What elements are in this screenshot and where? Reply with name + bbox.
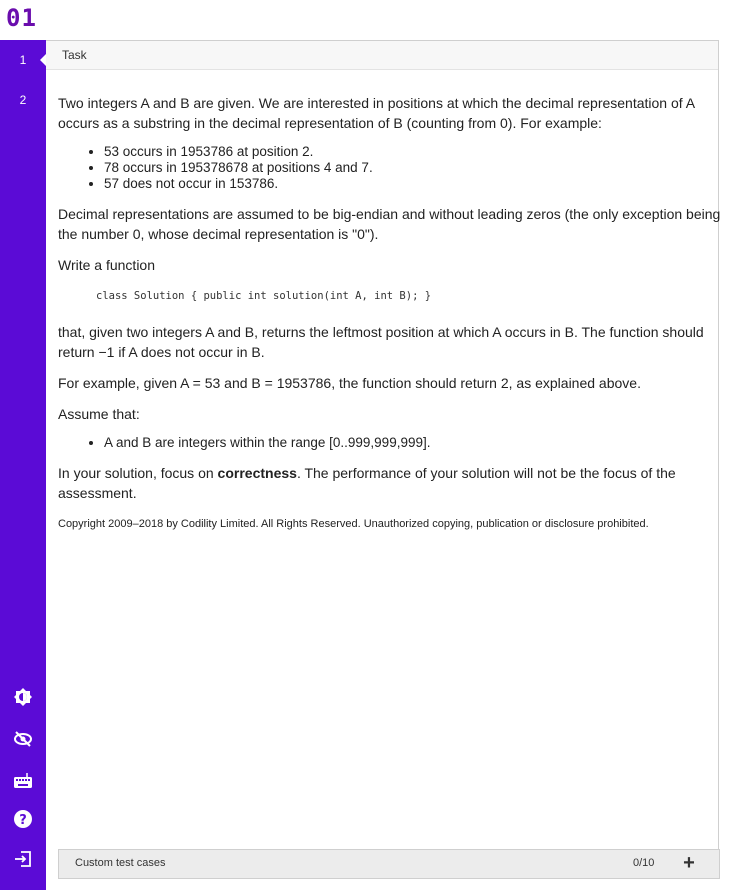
function-signature: class Solution { public int solution(int…: [96, 290, 432, 302]
returns-description: that, given two integers A and B, return…: [58, 324, 704, 360]
assumptions-list: A and B are integers within the range [0…: [58, 435, 723, 451]
app-logo: 01: [6, 4, 37, 32]
test-case-count: 0/10: [633, 857, 655, 869]
custom-test-cases-bar[interactable]: Custom test cases 0/10 +: [58, 849, 720, 879]
theme-icon[interactable]: [12, 686, 34, 708]
svg-text:?: ?: [19, 813, 27, 828]
top-bar: 01: [0, 0, 731, 40]
list-item: A and B are integers within the range [0…: [104, 435, 723, 451]
exit-icon[interactable]: [12, 848, 34, 870]
add-test-case-button[interactable]: +: [679, 852, 699, 875]
copyright-notice: Copyright 2009–2018 by Codility Limited.…: [58, 518, 649, 530]
panel-header: Task: [46, 41, 718, 70]
focus-keyword: correctness: [217, 465, 297, 481]
task-intro: Two integers A and B are given. We are i…: [58, 95, 695, 131]
focus-prefix: In your solution, focus on: [58, 465, 218, 481]
sidebar-item-task-2[interactable]: 2: [0, 80, 46, 120]
sidebar-item-label: 1: [19, 53, 27, 67]
representation-note: Decimal representations are assumed to b…: [58, 206, 721, 242]
hide-icon[interactable]: [12, 728, 34, 750]
list-item: 57 does not occur in 153786.: [104, 176, 723, 192]
keyboard-icon[interactable]: [12, 770, 34, 792]
sidebar-item-label: 2: [19, 93, 27, 107]
examples-list: 53 occurs in 1953786 at position 2. 78 o…: [58, 144, 723, 192]
task-description: Two integers A and B are given. We are i…: [58, 93, 723, 534]
panel-title: Task: [62, 48, 87, 62]
list-item: 78 occurs in 195378678 at positions 4 an…: [104, 160, 723, 176]
assume-label: Assume that:: [58, 406, 140, 422]
task-panel: Task Two integers A and B are given. We …: [46, 40, 720, 850]
custom-test-cases-label: Custom test cases: [75, 857, 166, 869]
sidebar: 1 2 ?: [0, 40, 46, 890]
example-description: For example, given A = 53 and B = 195378…: [58, 375, 641, 391]
list-item: 53 occurs in 1953786 at position 2.: [104, 144, 723, 160]
help-icon[interactable]: ?: [12, 808, 34, 830]
write-function-label: Write a function: [58, 257, 156, 273]
focus-note: In your solution, focus on correctness. …: [58, 463, 723, 503]
